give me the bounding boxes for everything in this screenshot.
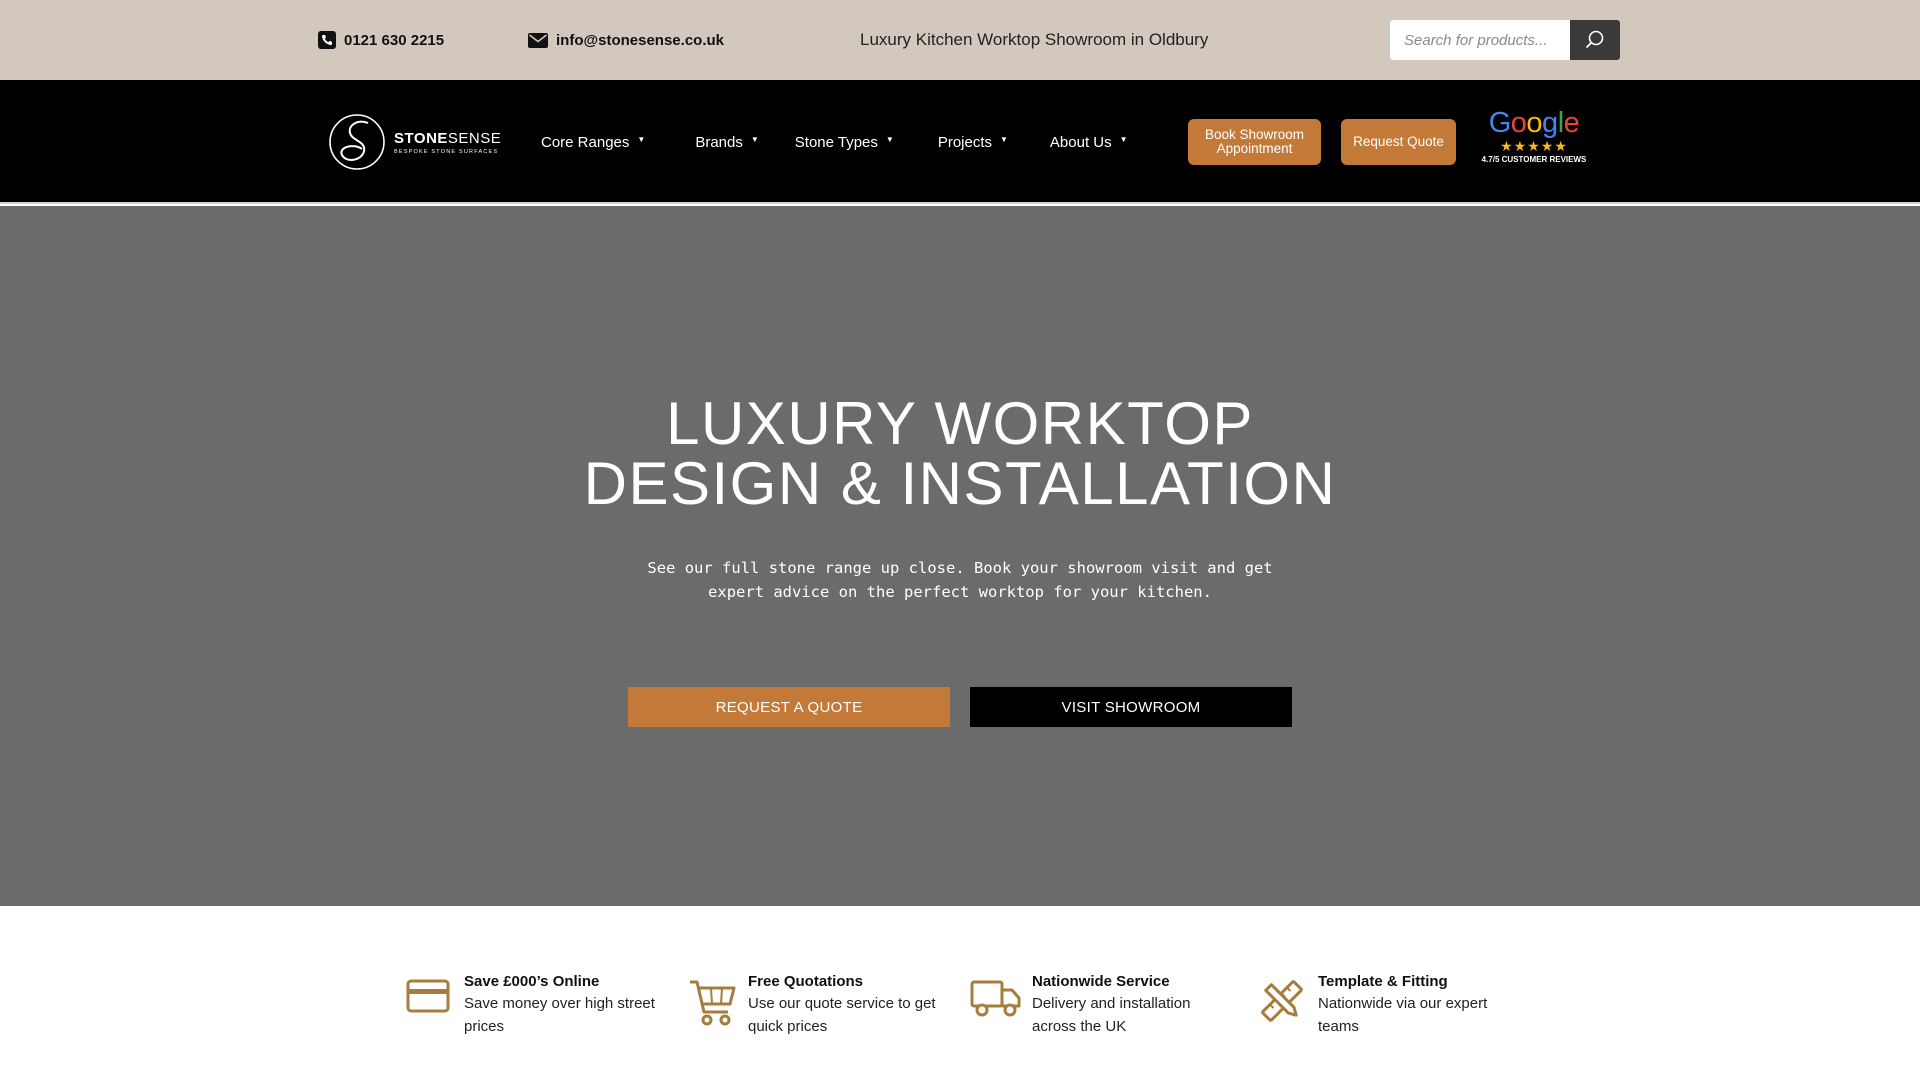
email-link[interactable]: info@stonesense.co.uk (528, 0, 724, 80)
truck-icon (970, 978, 1022, 1028)
feature-title: Save £000’s Online (464, 973, 600, 990)
request-quote-button[interactable]: Request Quote (1341, 119, 1456, 165)
hero-visit-showroom-button[interactable]: VISIT SHOWROOM (970, 687, 1292, 727)
feature-nationwide-service: Nationwide Service Delivery and installa… (970, 972, 1232, 1038)
stonesense-logo-icon (329, 114, 385, 170)
google-letter: o (1526, 107, 1543, 139)
envelope-icon (528, 32, 548, 48)
feature-text: Template & Fitting Nationwide via our ex… (1318, 972, 1518, 1038)
cart-icon (686, 978, 738, 1028)
feature-title: Nationwide Service (1032, 973, 1170, 990)
google-logo: Google (1474, 108, 1594, 138)
feature-text: Free Quotations Use our quote service to… (748, 972, 948, 1038)
logo-name-rest: SENSE (447, 129, 502, 147)
phone-number: 0121 630 2215 (344, 31, 445, 49)
search-button[interactable] (1570, 20, 1620, 60)
product-search (1390, 20, 1620, 60)
logo-wordmark: STONESENSE BESPOKE STONE SURFACES (394, 130, 501, 155)
email-address: info@stonesense.co.uk (556, 31, 724, 49)
rating-stars: ★★★★★ (1500, 138, 1568, 154)
feature-free-quotations: Free Quotations Use our quote service to… (686, 972, 948, 1038)
logo-name: STONESENSE (394, 130, 501, 147)
google-letter: g (1542, 107, 1558, 139)
feature-description: Save money over high street prices (464, 995, 655, 1035)
features-strip: Save £000’s Online Save money over high … (0, 906, 1920, 1080)
search-input[interactable] (1390, 20, 1570, 60)
book-showroom-button[interactable]: Book Showroom Appointment (1188, 119, 1321, 165)
hero-subtitle-line-2: expert advice on the perfect worktop for… (708, 583, 1212, 601)
nav-item-label: Projects (937, 133, 992, 151)
site-logo[interactable]: STONESENSE BESPOKE STONE SURFACES (328, 112, 501, 172)
caret-down-icon: ▼ (885, 134, 894, 144)
feature-save-online: Save £000’s Online Save money over high … (402, 972, 664, 1038)
google-letter: G (1488, 107, 1512, 139)
caret-down-icon: ▼ (1000, 134, 1008, 144)
caret-down-icon: ▼ (637, 134, 646, 144)
search-icon (1585, 30, 1604, 49)
feature-template-fitting: Template & Fitting Nationwide via our ex… (1256, 972, 1518, 1038)
caret-down-icon: ▼ (1119, 134, 1128, 144)
google-reviews-text: 4.7/5 CUSTOMER REVIEWS (1481, 155, 1587, 164)
nav-item-about-us[interactable]: About Us ▼ (1050, 134, 1128, 151)
nav-item-brands[interactable]: Brands ▼ (695, 134, 758, 151)
hero-title: LUXURY WORKTOP DESIGN & INSTALLATION (0, 394, 1920, 514)
google-reviews-badge[interactable]: Google ★★★★★ 4.7/5 CUSTOMER REVIEWS (1474, 108, 1594, 164)
feature-text: Save £000’s Online Save money over high … (464, 972, 664, 1038)
logo-tagline: BESPOKE STONE SURFACES (394, 148, 499, 155)
feature-text: Nationwide Service Delivery and installa… (1032, 972, 1232, 1038)
nav-item-core-ranges[interactable]: Core Ranges ▼ (541, 134, 645, 151)
phone-link[interactable]: 0121 630 2215 (318, 0, 444, 80)
logo-name-bold: STONE (394, 129, 448, 147)
nav-menu: Core Ranges ▼ Brands ▼ Stone Types ▼ Projec… (541, 80, 1128, 204)
hero-request-quote-button[interactable]: REQUEST A QUOTE (628, 687, 950, 727)
nav-item-label: Core Ranges (541, 133, 630, 151)
feature-description: Use our quote service to get quick price… (748, 995, 936, 1035)
caret-down-icon: ▼ (750, 134, 759, 144)
hero-subtitle: See our full stone range up close. Book … (610, 556, 1310, 604)
feature-description: Delivery and installation across the UK (1032, 995, 1191, 1035)
phone-icon (318, 31, 336, 49)
nav-item-label: About Us (1049, 133, 1112, 151)
google-letter: o (1510, 107, 1527, 139)
hero-title-line-2: DESIGN & INSTALLATION (583, 450, 1337, 517)
ruler-pencil-icon (1256, 978, 1308, 1028)
credit-card-icon (402, 978, 454, 1028)
google-letter: e (1563, 107, 1580, 139)
feature-description: Nationwide via our expert teams (1318, 995, 1488, 1035)
feature-title: Template & Fitting (1318, 973, 1448, 990)
main-navigation: STONESENSE BESPOKE STONE SURFACES Core R… (0, 80, 1920, 204)
hero-subtitle-line-1: See our full stone range up close. Book … (647, 559, 1273, 577)
top-bar: 0121 630 2215 info@stonesense.co.uk Luxu… (0, 0, 1920, 80)
hero-banner: LUXURY WORKTOP DESIGN & INSTALLATION See… (0, 206, 1920, 906)
nav-item-label: Stone Types (794, 133, 878, 151)
feature-title: Free Quotations (748, 973, 864, 990)
nav-item-stone-types[interactable]: Stone Types ▼ (795, 134, 894, 151)
hero-title-line-1: LUXURY WORKTOP (666, 390, 1254, 457)
showroom-tagline: Luxury Kitchen Worktop Showroom in Oldbu… (860, 30, 1209, 49)
nav-item-projects[interactable]: Projects ▼ (938, 134, 1008, 151)
nav-item-label: Brands (695, 133, 743, 151)
